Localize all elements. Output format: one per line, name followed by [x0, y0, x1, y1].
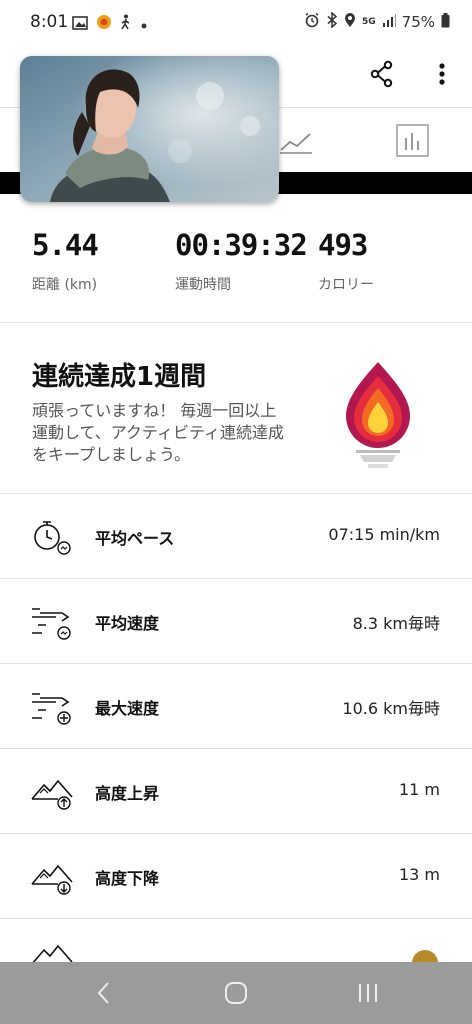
speed-max-icon: [30, 684, 76, 728]
metric-row-max-speed: 最大速度 10.6 km毎時: [0, 664, 472, 749]
status-bar: 8:01 5G 75%: [0, 0, 472, 44]
speed-avg-icon: [30, 599, 76, 643]
duration-value: 00:39:32: [175, 228, 308, 262]
elevation-up-icon: [30, 769, 76, 813]
bluetooth-icon: [326, 11, 338, 32]
streak-description: 頑張っていますね！ 毎週一回以上運動して、アクティビティ連続達成をキープしましょ…: [32, 401, 285, 464]
metric-row-avg-pace: 平均ペース 07:15 min/km: [0, 494, 472, 579]
back-icon[interactable]: [96, 981, 112, 1009]
share-icon[interactable]: [370, 60, 394, 92]
location-icon: [344, 12, 356, 32]
metric-value: 10.6 km毎時: [342, 699, 440, 718]
metric-name: 高度下降: [95, 869, 160, 888]
network-type-label: 5G: [362, 17, 376, 27]
metric-value: 13 m: [398, 865, 440, 884]
system-nav-bar: [0, 962, 472, 1024]
walking-icon: [120, 14, 132, 34]
sun-app-icon: [96, 14, 112, 34]
home-icon[interactable]: [224, 981, 248, 1009]
metric-value: 07:15 min/km: [328, 525, 440, 544]
streak-title: 連続達成1週間: [32, 362, 207, 392]
metric-value: 11 m: [398, 780, 440, 799]
alarm-icon: [304, 12, 320, 32]
elevation-down-icon: [30, 854, 76, 898]
gallery-icon: [72, 15, 88, 34]
metric-name: 平均ペース: [95, 529, 175, 548]
calories-label: カロリー: [318, 277, 374, 293]
metric-name: 平均速度: [95, 614, 160, 633]
metric-row-elevation-loss: 高度下降 13 m: [0, 834, 472, 919]
trend-chart-icon[interactable]: [278, 126, 314, 160]
calories-value: 493: [318, 228, 368, 262]
distance-stat: 5.44 距離 (km): [32, 228, 99, 294]
battery-icon: [441, 12, 450, 32]
duration-stat: 00:39:32 運動時間: [175, 228, 308, 294]
bar-chart-icon[interactable]: [396, 124, 430, 162]
pace-clock-icon: [30, 514, 76, 558]
recents-icon[interactable]: [356, 981, 380, 1009]
status-time: 8:01: [30, 12, 69, 32]
more-vert-icon[interactable]: [438, 62, 446, 90]
duration-label: 運動時間: [175, 277, 231, 293]
flame-trophy-icon: [340, 360, 416, 474]
metric-row-elevation-gain: 高度上昇 11 m: [0, 749, 472, 834]
distance-label: 距離 (km): [32, 277, 98, 293]
metric-name: 高度上昇: [95, 784, 160, 803]
metric-name: 最大速度: [95, 699, 160, 718]
divider: [0, 322, 472, 323]
notification-dot-icon: [140, 15, 148, 34]
metric-row-avg-speed: 平均速度 8.3 km毎時: [0, 579, 472, 664]
metric-value: 8.3 km毎時: [352, 614, 440, 633]
battery-percent: 75%: [401, 13, 435, 31]
picture-in-picture-video[interactable]: [20, 56, 279, 202]
signal-icon: [382, 13, 396, 31]
distance-value: 5.44: [32, 228, 99, 262]
calories-stat: 493 カロリー: [318, 228, 374, 294]
